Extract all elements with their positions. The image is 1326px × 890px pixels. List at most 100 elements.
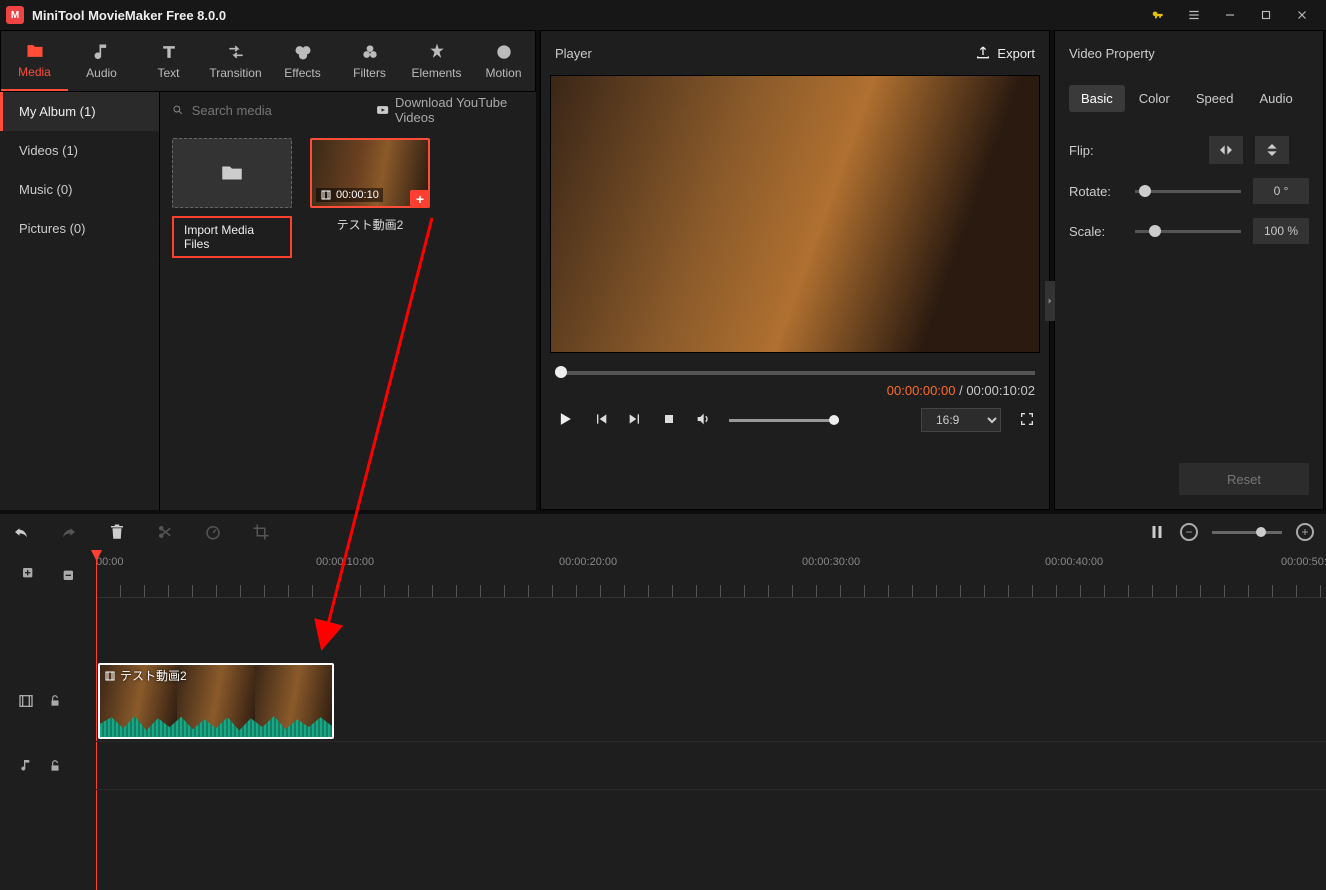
video-track[interactable]: テスト動画2 xyxy=(96,660,1326,742)
tab-elements-label: Elements xyxy=(411,66,461,80)
ruler-label: 00:00:40:00 xyxy=(1045,556,1103,568)
maximize-icon[interactable] xyxy=(1248,0,1284,30)
rotate-label: Rotate: xyxy=(1069,184,1123,199)
audio-track[interactable] xyxy=(96,742,1326,790)
timeline-fit-button[interactable] xyxy=(1148,523,1166,541)
search-input[interactable] xyxy=(192,103,368,118)
flip-label: Flip: xyxy=(1069,143,1123,158)
flip-horizontal-button[interactable] xyxy=(1209,136,1243,164)
ruler-label: 00:00 xyxy=(96,556,124,568)
download-youtube-button[interactable]: Download YouTube Videos xyxy=(376,95,524,125)
time-display: 00:00:00:00 / 00:00:10:02 xyxy=(541,375,1049,398)
zoom-out-button[interactable]: − xyxy=(1180,523,1198,541)
volume-slider[interactable] xyxy=(729,419,839,422)
fullscreen-button[interactable] xyxy=(1019,411,1035,430)
collapse-properties-button[interactable] xyxy=(1045,281,1055,321)
scale-slider-knob[interactable] xyxy=(1149,225,1161,237)
tab-effects[interactable]: Effects xyxy=(269,31,336,91)
player-title: Player xyxy=(555,46,592,61)
lock-icon[interactable] xyxy=(48,759,62,773)
ruler-label: 00:00:20:00 xyxy=(559,556,617,568)
rotate-slider[interactable] xyxy=(1135,190,1241,193)
tab-filters[interactable]: Filters xyxy=(336,31,403,91)
tab-text-label: Text xyxy=(157,66,179,80)
seek-knob[interactable] xyxy=(555,366,567,378)
crop-button[interactable] xyxy=(252,523,270,541)
tab-motion-label: Motion xyxy=(485,66,521,80)
delete-button[interactable] xyxy=(108,523,126,541)
seek-bar[interactable] xyxy=(555,371,1035,375)
scale-value[interactable]: 100 % xyxy=(1253,218,1309,244)
sidebar-item-music[interactable]: Music (0) xyxy=(0,170,159,209)
tab-text[interactable]: Text xyxy=(135,31,202,91)
music-note-icon xyxy=(18,758,34,774)
prop-tab-basic[interactable]: Basic xyxy=(1069,85,1125,112)
close-icon[interactable] xyxy=(1284,0,1320,30)
tab-media-label: Media xyxy=(18,65,51,79)
sidebar-item-videos[interactable]: Videos (1) xyxy=(0,131,159,170)
mute-button[interactable] xyxy=(695,411,711,430)
search-icon xyxy=(172,103,184,117)
ribbon-tabs: Media Audio Text Transition Effects Filt… xyxy=(0,30,536,92)
export-button[interactable]: Export xyxy=(975,45,1035,61)
rotate-value[interactable]: 0 ° xyxy=(1253,178,1309,204)
sidebar-item-pictures[interactable]: Pictures (0) xyxy=(0,209,159,248)
timeline-clip-name: テスト動画2 xyxy=(120,667,187,684)
undo-button[interactable] xyxy=(12,523,30,541)
zoom-slider[interactable] xyxy=(1212,531,1282,534)
tab-transition-label: Transition xyxy=(209,66,261,80)
zoom-knob[interactable] xyxy=(1256,527,1266,537)
redo-button[interactable] xyxy=(60,523,78,541)
prop-tab-color[interactable]: Color xyxy=(1127,85,1182,112)
youtube-icon xyxy=(376,103,389,117)
prop-tab-speed[interactable]: Speed xyxy=(1184,85,1246,112)
upgrade-key-icon[interactable] xyxy=(1140,0,1176,30)
download-youtube-label: Download YouTube Videos xyxy=(395,95,524,125)
import-media-dropzone[interactable] xyxy=(172,138,292,208)
rotate-slider-knob[interactable] xyxy=(1139,185,1151,197)
current-time: 00:00:00:00 xyxy=(887,383,956,398)
split-button[interactable] xyxy=(156,523,174,541)
ruler-label: 00:00:30:00 xyxy=(802,556,860,568)
film-icon xyxy=(104,670,116,682)
add-to-timeline-button[interactable]: + xyxy=(410,190,430,208)
media-clip-duration: 00:00:10 xyxy=(316,188,383,202)
reset-button[interactable]: Reset xyxy=(1179,463,1309,495)
play-button[interactable] xyxy=(555,409,575,432)
timeline-clip[interactable]: テスト動画2 xyxy=(98,663,334,739)
add-track-button[interactable] xyxy=(21,566,37,582)
volume-knob[interactable] xyxy=(829,415,839,425)
tab-transition[interactable]: Transition xyxy=(202,31,269,91)
scale-label: Scale: xyxy=(1069,224,1123,239)
ruler-label: 00:00:10:00 xyxy=(316,556,374,568)
title-bar: M MiniTool MovieMaker Free 8.0.0 xyxy=(0,0,1326,30)
app-logo: M xyxy=(6,6,24,24)
tab-motion[interactable]: Motion xyxy=(470,31,537,91)
speed-button[interactable] xyxy=(204,523,222,541)
import-media-button[interactable]: Import Media Files xyxy=(172,216,292,258)
prop-tab-audio[interactable]: Audio xyxy=(1247,85,1304,112)
tab-audio[interactable]: Audio xyxy=(68,31,135,91)
aspect-ratio-select[interactable]: 16:9 xyxy=(921,408,1001,432)
scale-slider[interactable] xyxy=(1135,230,1241,233)
lock-icon[interactable] xyxy=(48,694,62,708)
export-icon xyxy=(975,45,991,61)
flip-vertical-button[interactable] xyxy=(1255,136,1289,164)
minimize-icon[interactable] xyxy=(1212,0,1248,30)
tab-elements[interactable]: Elements xyxy=(403,31,470,91)
stop-button[interactable] xyxy=(661,411,677,430)
zoom-in-button[interactable]: + xyxy=(1296,523,1314,541)
time-ruler[interactable]: 00:00 00:00:10:00 00:00:20:00 00:00:30:0… xyxy=(96,550,1326,598)
remove-track-button[interactable] xyxy=(59,566,75,582)
audio-track-head xyxy=(0,742,96,790)
tab-media[interactable]: Media xyxy=(1,31,68,91)
media-clip-thumb[interactable]: 00:00:10 + xyxy=(310,138,430,208)
prev-frame-button[interactable] xyxy=(593,411,609,430)
sidebar-item-myalbum[interactable]: My Album (1) xyxy=(0,92,159,131)
tab-effects-label: Effects xyxy=(284,66,320,80)
video-preview[interactable] xyxy=(550,75,1040,353)
media-clip-name: テスト動画2 xyxy=(337,216,404,233)
next-frame-button[interactable] xyxy=(627,411,643,430)
menu-icon[interactable] xyxy=(1176,0,1212,30)
media-sidebar: My Album (1) Videos (1) Music (0) Pictur… xyxy=(0,92,160,510)
